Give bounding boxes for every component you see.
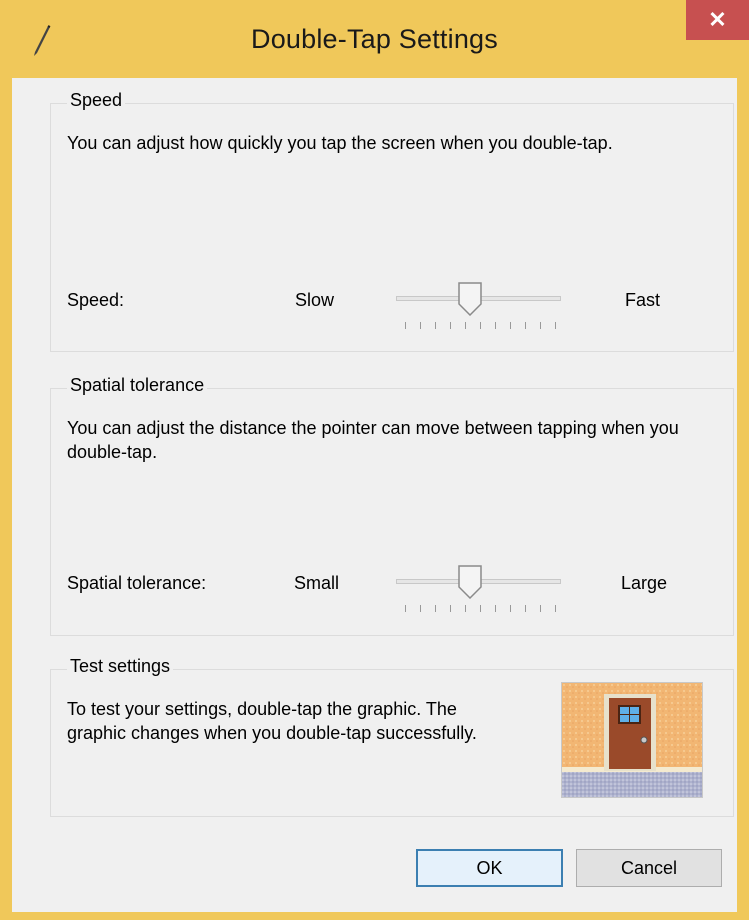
- speed-slider-ticks: [405, 322, 557, 330]
- spatial-tolerance-slider-ticks: [405, 605, 557, 613]
- speed-label: Speed:: [67, 290, 125, 310]
- dialog-window: Double-Tap Settings ✕ Speed You can adju…: [0, 0, 749, 920]
- window-title: Double-Tap Settings: [251, 24, 498, 54]
- dialog-client-area: Speed You can adjust how quickly you tap…: [12, 78, 737, 912]
- door-icon[interactable]: [561, 682, 703, 798]
- spatial-tolerance-group-title: Spatial tolerance: [67, 375, 208, 396]
- test-settings-description: To test your settings, double-tap the gr…: [67, 699, 477, 743]
- speed-fast-label: Fast: [625, 290, 661, 310]
- spatial-tolerance-small-label: Small: [294, 573, 340, 593]
- spatial-tolerance-description: You can adjust the distance the pointer …: [67, 418, 679, 462]
- speed-group-title: Speed: [67, 90, 126, 111]
- close-button[interactable]: ✕: [686, 0, 749, 40]
- speed-description: You can adjust how quickly you tap the s…: [67, 133, 613, 153]
- ok-button[interactable]: OK: [416, 849, 563, 887]
- title-bar[interactable]: Double-Tap Settings ✕: [0, 0, 749, 78]
- speed-group: Speed You can adjust how quickly you tap…: [50, 90, 734, 352]
- test-settings-group: Test settings To test your settings, dou…: [50, 656, 734, 817]
- spatial-tolerance-slider-thumb[interactable]: [458, 565, 482, 599]
- speed-slider-thumb[interactable]: [458, 282, 482, 316]
- close-icon: ✕: [708, 7, 727, 32]
- cancel-button[interactable]: Cancel: [576, 849, 722, 887]
- test-settings-group-title: Test settings: [67, 656, 174, 677]
- spatial-tolerance-label: Spatial tolerance:: [67, 573, 207, 593]
- speed-slow-label: Slow: [295, 290, 335, 310]
- spatial-tolerance-large-label: Large: [621, 573, 668, 593]
- spatial-tolerance-group: Spatial tolerance You can adjust the dis…: [50, 375, 734, 636]
